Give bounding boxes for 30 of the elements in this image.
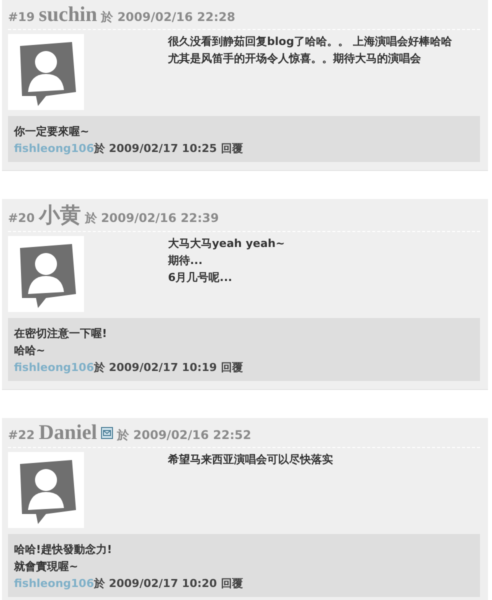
reply-label: 回覆 [220,141,243,156]
reply-text: 哈哈~ [14,343,46,358]
reply-text: 就會實現喔~ [14,559,80,574]
reply-time: 於 2009/02/17 10:20 [94,576,218,591]
comment-number: #20 [8,211,35,225]
reply-author-link[interactable]: fishleong106 [14,141,94,156]
reply-text: 在密切注意一下喔! [14,326,108,341]
reply-text: 你一定要來喔~ [14,124,90,139]
comment-date: 於 2009/02/16 22:28 [101,9,236,26]
comment-date: 於 2009/02/16 22:52 [117,427,252,444]
comment-author: suchin [38,2,98,27]
comment-author: 小黄 [38,202,81,229]
reply-time: 於 2009/02/17 10:25 [94,141,218,156]
reply-label: 回覆 [220,360,243,375]
comment-number: #22 [8,428,35,442]
reply-time: 於 2009/02/17 10:19 [94,360,218,375]
comment-author: Daniel [38,420,98,445]
comment-text: 希望马来西亚演唱会可以尽快落实 [168,452,334,467]
comment-date: 於 2009/02/16 22:39 [84,210,219,227]
comment-text: 尤其是风笛手的开场令人惊喜。。期待大马的演唱会 [168,51,422,66]
reply-author-link[interactable]: fishleong106 [14,360,94,375]
comment-text: 大马大马yeah yeah~ [168,236,286,251]
reply-author-link[interactable]: fishleong106 [14,576,94,591]
comment-text: 期待... [168,253,204,268]
comment-text: 很久没看到静茹回复blog了哈哈。。 上海演唱会好棒哈哈 [168,34,453,49]
reply-label: 回覆 [220,576,243,591]
comment-text: 6月几号呢... [168,270,234,285]
reply-text: 哈哈!趕快發動念力! [14,542,114,557]
comment-number: #19 [8,10,35,24]
email-icon[interactable] [101,426,114,438]
